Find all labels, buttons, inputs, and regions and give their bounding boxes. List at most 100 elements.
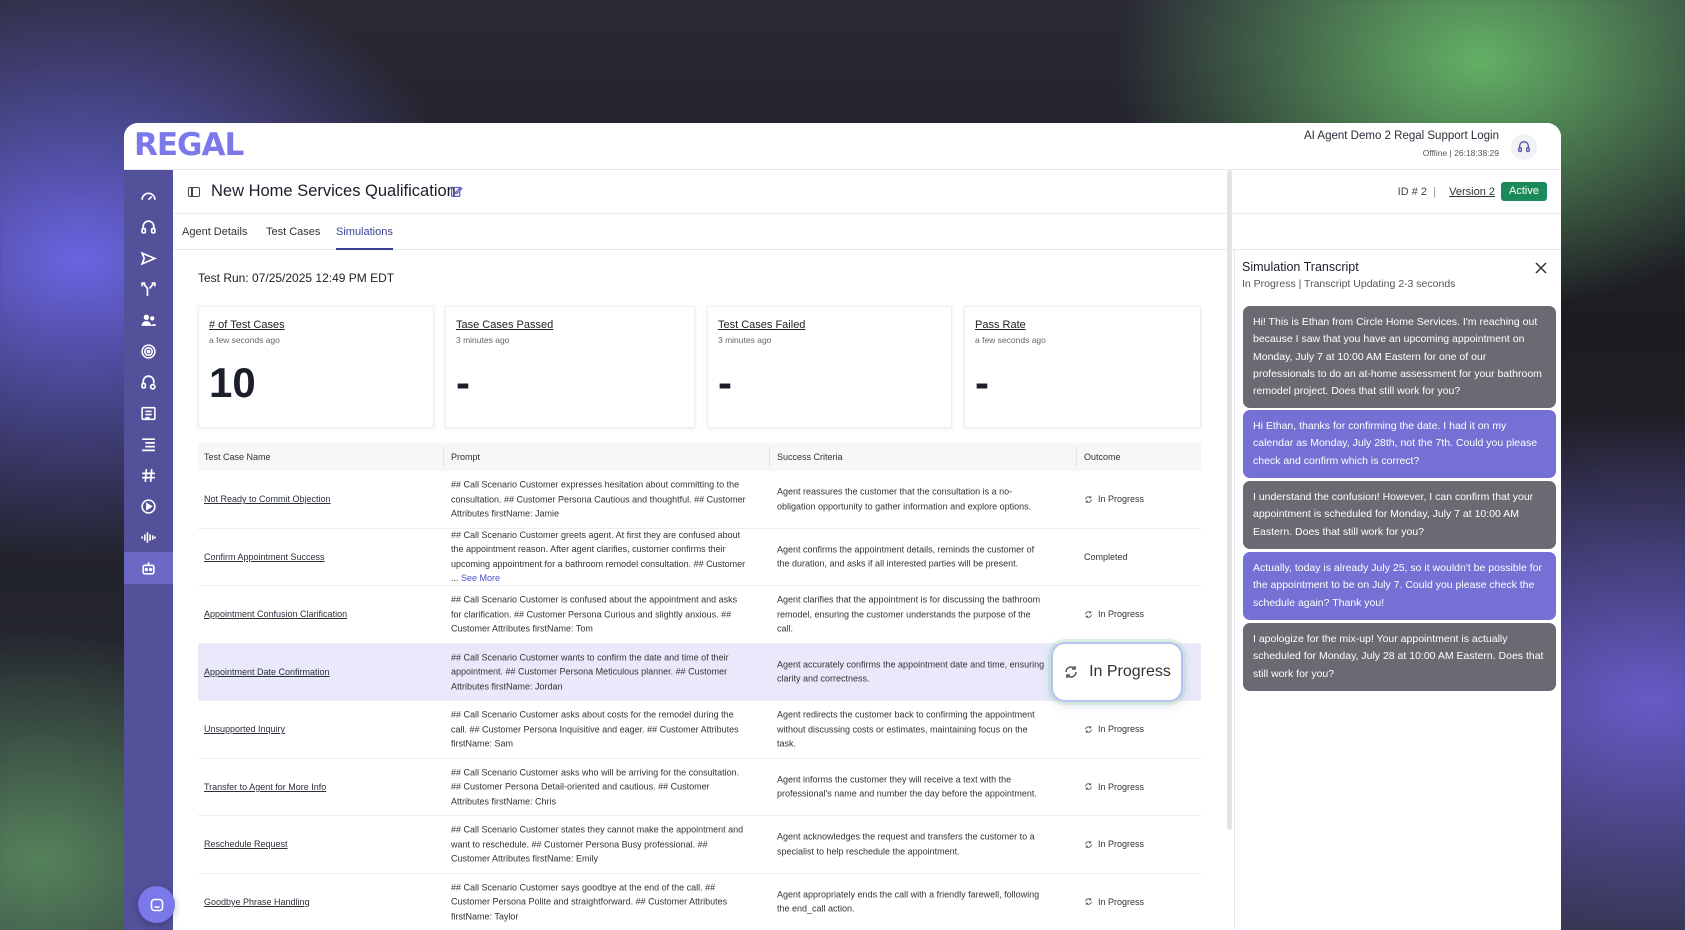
refresh-spinner-icon bbox=[1085, 610, 1092, 618]
headset-icon bbox=[141, 219, 156, 234]
kpi-title[interactable]: Tase Cases Passed bbox=[456, 319, 553, 331]
test-case-name-link[interactable]: Appointment Confusion Clarification bbox=[204, 609, 347, 619]
kpi-title[interactable]: Pass Rate bbox=[975, 319, 1026, 331]
outcome-label: In Progress bbox=[1098, 609, 1145, 620]
kpi-card-pass-rate: Pass Rate a few seconds ago - bbox=[964, 306, 1201, 428]
agent-id: ID # 2 | bbox=[1398, 186, 1436, 198]
sidebar-item-contacts[interactable] bbox=[124, 304, 173, 336]
tab-bar: Agent Details Test Cases Simulations bbox=[173, 214, 1561, 250]
kpi-card-test-cases: # of Test Cases a few seconds ago 10 bbox=[198, 306, 434, 428]
prompt-cell: ## Call Scenario Customer states they ca… bbox=[451, 823, 747, 867]
test-case-name-link[interactable]: Appointment Date Confirmation bbox=[204, 667, 330, 677]
regal-logo[interactable]: REGAL bbox=[134, 127, 244, 163]
play-icon bbox=[141, 498, 156, 514]
prompt-text: ## Call Scenario Customer expresses hesi… bbox=[451, 479, 746, 519]
sidebar-item-campaigns[interactable] bbox=[124, 242, 173, 274]
status-badge: Active bbox=[1501, 182, 1547, 201]
sidebar-item-lists[interactable] bbox=[124, 428, 173, 460]
sidebar-item-targets[interactable] bbox=[124, 335, 173, 367]
outcome-cell: In Progress bbox=[1084, 724, 1144, 734]
prompt-text: ## Call Scenario Customer asks about cos… bbox=[451, 709, 739, 749]
table-row[interactable]: Confirm Appointment Success ## Call Scena… bbox=[198, 529, 1201, 586]
kpi-value: - bbox=[718, 359, 732, 406]
agent-support-icon bbox=[141, 374, 156, 390]
test-case-name-link[interactable]: Reschedule Request bbox=[204, 839, 288, 849]
header-test-case-name[interactable]: Test Case Name bbox=[204, 452, 271, 462]
page-title: New Home Services Qualification bbox=[211, 182, 456, 200]
header-success-criteria[interactable]: Success Criteria bbox=[777, 452, 843, 462]
customer-message-bubble: Actually, today is already July 25, so i… bbox=[1243, 552, 1556, 620]
support-headset-button[interactable] bbox=[1511, 134, 1537, 160]
prompt-text: ## Call Scenario Customer asks who will … bbox=[451, 767, 740, 806]
sidebar-item-ai-agents[interactable] bbox=[124, 552, 173, 584]
prompt-text: ## Call Scenario Customer states they ca… bbox=[451, 824, 744, 864]
success-criteria-cell: Agent appropriately ends the call with a… bbox=[777, 889, 1040, 914]
success-criteria-cell: Agent clarifies that the appointment is … bbox=[777, 594, 1041, 634]
outcome-label: In Progress bbox=[1098, 724, 1145, 735]
table-row[interactable]: Goodbye Phrase Handling ## Call Scenario … bbox=[198, 874, 1201, 930]
prompt-text: ## Call Scenario Customer wants to confi… bbox=[451, 652, 729, 691]
refresh-spinner-icon bbox=[1065, 665, 1077, 678]
success-criteria-cell: Agent acknowledges the request and trans… bbox=[777, 831, 1035, 857]
column-divider bbox=[769, 447, 770, 467]
sidebar-item-library[interactable] bbox=[124, 397, 173, 429]
customer-message-bubble: Hi Ethan, thanks for confirming the date… bbox=[1243, 410, 1556, 478]
robot-icon bbox=[142, 561, 155, 575]
prompt-cell: ## Call Scenario Customer is confused ab… bbox=[451, 593, 747, 637]
sidebar-item-dashboard[interactable] bbox=[124, 180, 173, 212]
test-case-name-link[interactable]: Confirm Appointment Success bbox=[204, 552, 325, 562]
kpi-updated: 3 minutes ago bbox=[718, 335, 772, 345]
table-row[interactable]: Not Ready to Commit Objection ## Call Sce… bbox=[198, 471, 1201, 529]
tab-test-cases[interactable]: Test Cases bbox=[266, 226, 320, 238]
table-row[interactable]: Appointment Date Confirmation ## Call Sce… bbox=[198, 641, 1201, 702]
see-more-link[interactable]: See More bbox=[461, 573, 500, 583]
test-case-name-link[interactable]: Transfer to Agent for More Info bbox=[204, 782, 326, 792]
edit-icon[interactable] bbox=[450, 185, 463, 198]
transcript-title: Simulation Transcript bbox=[1242, 260, 1359, 274]
kpi-title[interactable]: # of Test Cases bbox=[209, 319, 285, 331]
account-name[interactable]: AI Agent Demo 2 Regal Support Login bbox=[1304, 130, 1499, 142]
agent-id-value: ID # 2 bbox=[1397, 186, 1428, 198]
test-case-name-link[interactable]: Goodbye Phrase Handling bbox=[204, 897, 310, 907]
test-case-name-link[interactable]: Not Ready to Commit Objection bbox=[204, 494, 331, 504]
outcome-label: Completed bbox=[1084, 551, 1128, 562]
test-case-name-link[interactable]: Unsupported Inquiry bbox=[204, 724, 285, 734]
sidebar-item-recordings[interactable] bbox=[124, 490, 173, 522]
refresh-spinner-icon bbox=[1085, 783, 1092, 791]
header-prompt[interactable]: Prompt bbox=[451, 452, 480, 462]
version-link[interactable]: Version 2 bbox=[1449, 186, 1495, 198]
tab-agent-details[interactable]: Agent Details bbox=[182, 226, 247, 238]
prompt-cell: ## Call Scenario Customer asks who will … bbox=[451, 765, 747, 809]
table-row[interactable]: Reschedule Request ## Call Scenario Custo… bbox=[198, 816, 1201, 874]
table-row[interactable]: Unsupported Inquiry ## Call Scenario Cust… bbox=[198, 701, 1201, 759]
refresh-spinner-icon bbox=[1085, 725, 1092, 733]
sidebar-item-calls[interactable] bbox=[124, 211, 173, 243]
table-row[interactable]: Appointment Confusion Clarification ## Ca… bbox=[198, 586, 1201, 644]
kpi-value: - bbox=[456, 359, 470, 406]
sidebar-item-agent-support[interactable] bbox=[124, 366, 173, 398]
outcome-cell: In Progress bbox=[1084, 897, 1144, 907]
panel-toggle-icon[interactable] bbox=[188, 187, 200, 197]
transcript-status: In Progress | Transcript Updating 2-3 se… bbox=[1242, 278, 1456, 290]
close-icon[interactable] bbox=[1535, 262, 1547, 274]
column-divider bbox=[1076, 447, 1077, 467]
header-outcome[interactable]: Outcome bbox=[1084, 452, 1121, 462]
headset-icon bbox=[1518, 141, 1530, 153]
outcome-cell: Completed bbox=[1084, 552, 1128, 562]
success-criteria-cell: Agent accurately confirms the appointmen… bbox=[777, 659, 1045, 684]
prompt-cell: ## Call Scenario Customer says goodbye a… bbox=[451, 880, 747, 924]
tab-simulations[interactable]: Simulations bbox=[336, 226, 393, 250]
sidebar-item-voice[interactable] bbox=[124, 521, 173, 553]
content-scrollbar[interactable] bbox=[1227, 170, 1232, 830]
success-criteria-cell: Agent redirects the customer back to con… bbox=[777, 709, 1035, 749]
agent-message-bubble: I apologize for the mix-up! Your appoint… bbox=[1243, 623, 1556, 691]
refresh-spinner-icon bbox=[1085, 840, 1092, 848]
table-row[interactable]: Transfer to Agent for More Info ## Call S… bbox=[198, 759, 1201, 816]
kpi-title[interactable]: Test Cases Failed bbox=[718, 319, 805, 331]
top-bar: REGAL AI Agent Demo 2 Regal Support Logi… bbox=[124, 123, 1561, 170]
sidebar-item-tags[interactable] bbox=[124, 459, 173, 491]
help-chat-button[interactable] bbox=[138, 886, 175, 923]
table-header: Test Case Name Prompt Success Criteria O… bbox=[198, 443, 1201, 471]
sidebar-item-journeys[interactable] bbox=[124, 273, 173, 305]
outcome-in-progress-pill[interactable]: In Progress bbox=[1051, 641, 1183, 702]
